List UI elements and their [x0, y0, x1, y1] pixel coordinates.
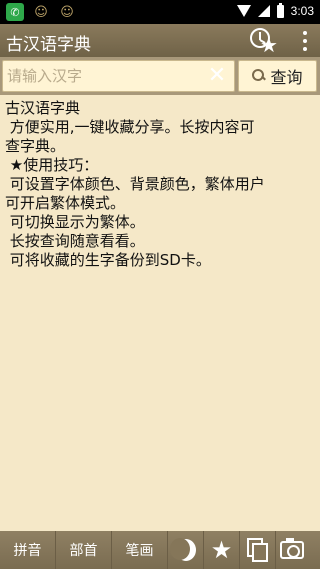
- moon-icon: [169, 538, 196, 561]
- content-line: 可设置字体颜色、背景颜色，繁体用户: [5, 175, 265, 193]
- query-button[interactable]: 查询: [238, 60, 317, 92]
- signal-icon: [257, 5, 270, 17]
- content-line: 方便实用,一键收藏分享。长按内容可: [5, 118, 255, 136]
- content-line: 可将收藏的生字备份到SD卡。: [5, 251, 211, 269]
- overflow-menu-icon[interactable]: [302, 31, 308, 51]
- search-row: ✕ 查询: [0, 57, 320, 95]
- strokes-button[interactable]: 笔画: [112, 531, 168, 569]
- content-line: 可切换显示为繁体。: [5, 213, 145, 231]
- pinyin-button[interactable]: 拼音: [0, 531, 56, 569]
- emoji-icon: ☺: [60, 4, 74, 20]
- dictionary-content[interactable]: 古汉语字典 方便实用,一键收藏分享。长按内容可 查字典。 ★使用技巧： 可设置字…: [5, 99, 317, 270]
- status-bar: ✆ ☺ ☺ 3:03: [0, 0, 320, 24]
- content-line: 长按查询随意看看。: [5, 232, 145, 250]
- bottom-toolbar: 拼音 部首 笔画 ★: [0, 531, 320, 569]
- phone-icon: ✆: [6, 3, 24, 21]
- search-input[interactable]: [3, 61, 203, 91]
- query-button-label: 查询: [270, 68, 303, 87]
- star-icon: ★: [210, 536, 233, 564]
- status-time: 3:03: [290, 4, 314, 18]
- search-field: ✕: [2, 60, 235, 92]
- documents-icon: [246, 538, 269, 562]
- camera-button[interactable]: [276, 531, 308, 569]
- content-line: 古汉语字典: [5, 99, 81, 117]
- content-line: 查字典。: [5, 137, 66, 155]
- clear-icon[interactable]: ✕: [206, 64, 228, 88]
- star-icon: ★: [260, 33, 278, 57]
- history-favorites-button[interactable]: ★: [247, 26, 283, 56]
- emoji-icon: ☺: [34, 4, 48, 20]
- wifi-icon: [236, 5, 251, 17]
- app-bar: 古汉语字典 ★: [0, 24, 320, 57]
- favorites-button[interactable]: ★: [204, 531, 240, 569]
- app-title: 古汉语字典: [6, 35, 91, 55]
- radical-button[interactable]: 部首: [56, 531, 112, 569]
- camera-icon: [280, 538, 304, 559]
- battery-icon: [276, 2, 284, 18]
- search-icon: [252, 69, 266, 83]
- content-line: 可开启繁体模式。: [5, 194, 126, 212]
- content-line: ★使用技巧：: [5, 156, 99, 174]
- night-mode-button[interactable]: [168, 531, 204, 569]
- documents-button[interactable]: [240, 531, 276, 569]
